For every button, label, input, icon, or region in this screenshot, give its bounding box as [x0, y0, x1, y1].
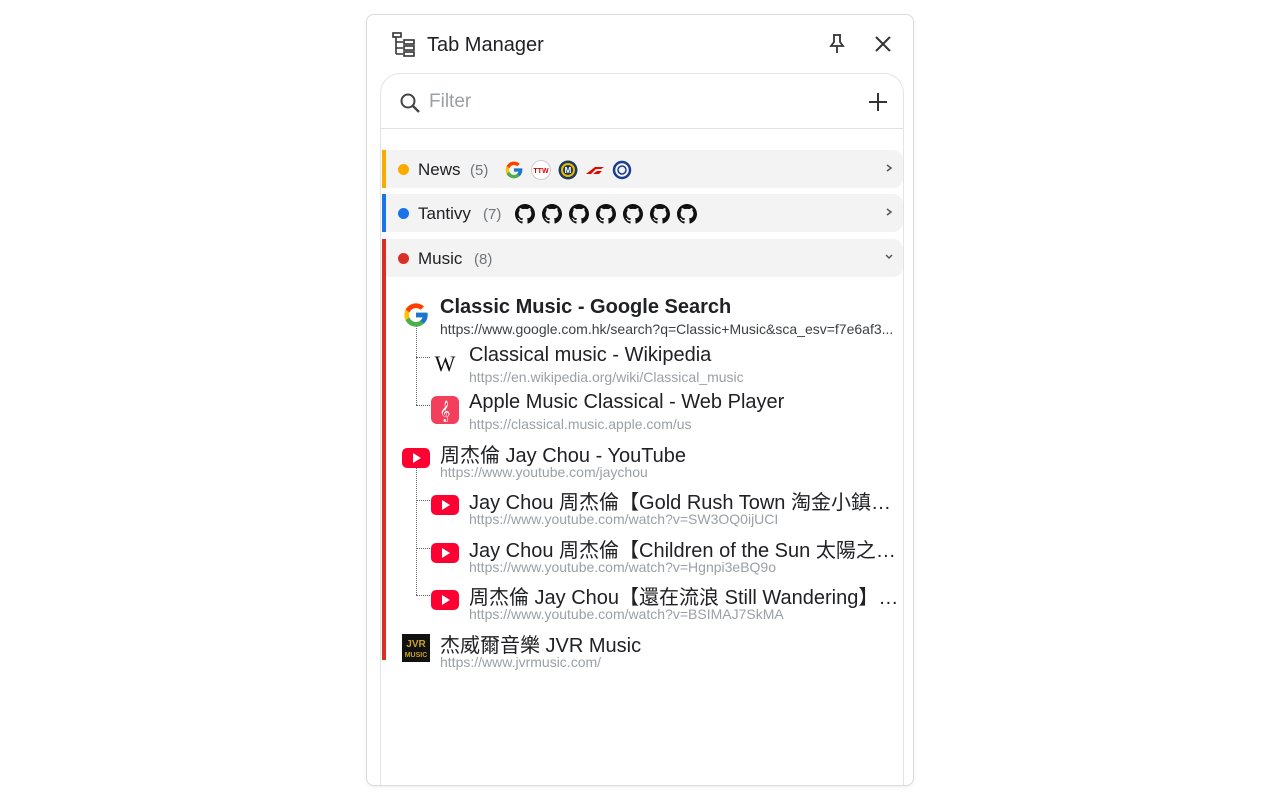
group-name: News: [418, 160, 461, 179]
tab-item[interactable]: Jay Chou 周杰倫【Gold Rush Town 淘金小鎮】Officia…: [431, 486, 902, 532]
search-icon: [400, 93, 420, 113]
youtube-icon: [402, 448, 430, 468]
youtube-icon: [431, 495, 459, 515]
group-music-color-bar: [382, 239, 386, 660]
group-color-bar: [382, 150, 386, 188]
tab-item[interactable]: W Classical music - Wikipedia https://en…: [431, 344, 902, 390]
tab-url: https://www.youtube.com/watch?v=BSIMAJ7S…: [469, 606, 784, 622]
github-icon: [623, 204, 643, 224]
group-count: (8): [474, 251, 493, 268]
group-favicons: [515, 204, 697, 224]
youtube-icon: [431, 590, 459, 610]
group-music[interactable]: Music (8): [382, 239, 903, 277]
group-count: (7): [483, 206, 502, 223]
chevron-down-icon: [885, 254, 893, 260]
tab-list-container: News (5) TTW M: [380, 73, 904, 785]
tab-url: https://www.youtube.com/jaychou: [440, 464, 648, 480]
wikipedia-icon: W: [435, 351, 456, 376]
youtube-icon: [431, 543, 459, 563]
group-count: (5): [470, 162, 489, 179]
group-color-dot: [398, 253, 409, 264]
group-news[interactable]: News (5) TTW M: [382, 150, 903, 188]
group-tantivy[interactable]: Tantivy (7): [382, 194, 903, 232]
tab-url: https://en.wikipedia.org/wiki/Classical_…: [469, 369, 744, 385]
group-name: Music: [418, 249, 463, 268]
group-color-dot: [398, 208, 409, 219]
tree-connector: [416, 405, 430, 406]
tab-item[interactable]: Jay Chou 周杰倫【Children of the Sun 太陽之子】Of…: [431, 534, 902, 580]
tab-item[interactable]: Classic Music - Google Search https://ww…: [402, 296, 902, 342]
tree-connector: [416, 500, 430, 501]
tree-connector: [416, 595, 430, 596]
f1-icon: [586, 167, 604, 174]
pin-button[interactable]: [825, 32, 849, 56]
group-favicons: TTW M: [504, 160, 632, 180]
tab-title: Classical music - Wikipedia: [469, 344, 712, 366]
svg-text:JVR: JVR: [406, 639, 426, 650]
tab-url: https://www.youtube.com/watch?v=SW3OQ0ij…: [469, 511, 779, 527]
svg-text:M: M: [565, 166, 572, 175]
group-color-bar: [382, 194, 386, 232]
svg-text:MUSIC: MUSIC: [405, 652, 428, 659]
tree-list-icon: [392, 32, 415, 57]
github-icon: [677, 204, 697, 224]
motorsport-icon: M: [558, 160, 578, 180]
tree-connector: [416, 548, 430, 549]
github-icon: [596, 204, 616, 224]
tab-item[interactable]: 周杰倫 Jay Chou【還在流浪 Still Wandering】Offici…: [431, 581, 902, 627]
tab-title: Apple Music Classical - Web Player: [469, 391, 785, 413]
svg-text:TTW: TTW: [533, 168, 549, 175]
search-bar: [381, 74, 903, 129]
ttw-icon: TTW: [531, 160, 551, 180]
ring-logo-icon: [612, 160, 632, 180]
add-button[interactable]: [866, 90, 890, 114]
close-button[interactable]: [871, 32, 895, 56]
apple-music-classical-icon: 𝄞: [431, 396, 459, 424]
header: Tab Manager: [367, 15, 913, 73]
svg-text:𝄞: 𝄞: [440, 401, 451, 422]
github-icon: [650, 204, 670, 224]
google-icon: [404, 303, 428, 327]
tab-item[interactable]: JVR MUSIC 杰威爾音樂 JVR Music https://www.jv…: [402, 629, 902, 675]
google-icon: [505, 161, 523, 179]
tab-url: https://www.youtube.com/watch?v=Hgnpi3eB…: [469, 559, 777, 575]
tab-item[interactable]: 周杰倫 Jay Chou - YouTube https://www.youtu…: [402, 439, 902, 485]
group-color-dot: [398, 164, 409, 175]
group-name: Tantivy: [418, 204, 471, 223]
tab-url: https://classical.music.apple.com/us: [469, 416, 692, 432]
tab-url: https://www.google.com.hk/search?q=Class…: [440, 321, 894, 337]
github-icon: [515, 204, 535, 224]
chevron-right-icon: [886, 208, 893, 216]
tree-connector: [416, 357, 430, 358]
tab-item[interactable]: 𝄞 Apple Music Classical - Web Player htt…: [431, 391, 902, 437]
jvr-music-icon: JVR MUSIC: [402, 634, 430, 662]
tab-title: Classic Music - Google Search: [440, 296, 732, 318]
chevron-right-icon: [886, 164, 893, 172]
github-icon: [542, 204, 562, 224]
github-icon: [569, 204, 589, 224]
svg-text:W: W: [435, 351, 456, 376]
tab-manager-panel: Tab Manager News (5): [366, 14, 914, 786]
tab-url: https://www.jvrmusic.com/: [440, 654, 602, 670]
app-title: Tab Manager: [427, 34, 544, 56]
filter-input[interactable]: [429, 88, 829, 116]
